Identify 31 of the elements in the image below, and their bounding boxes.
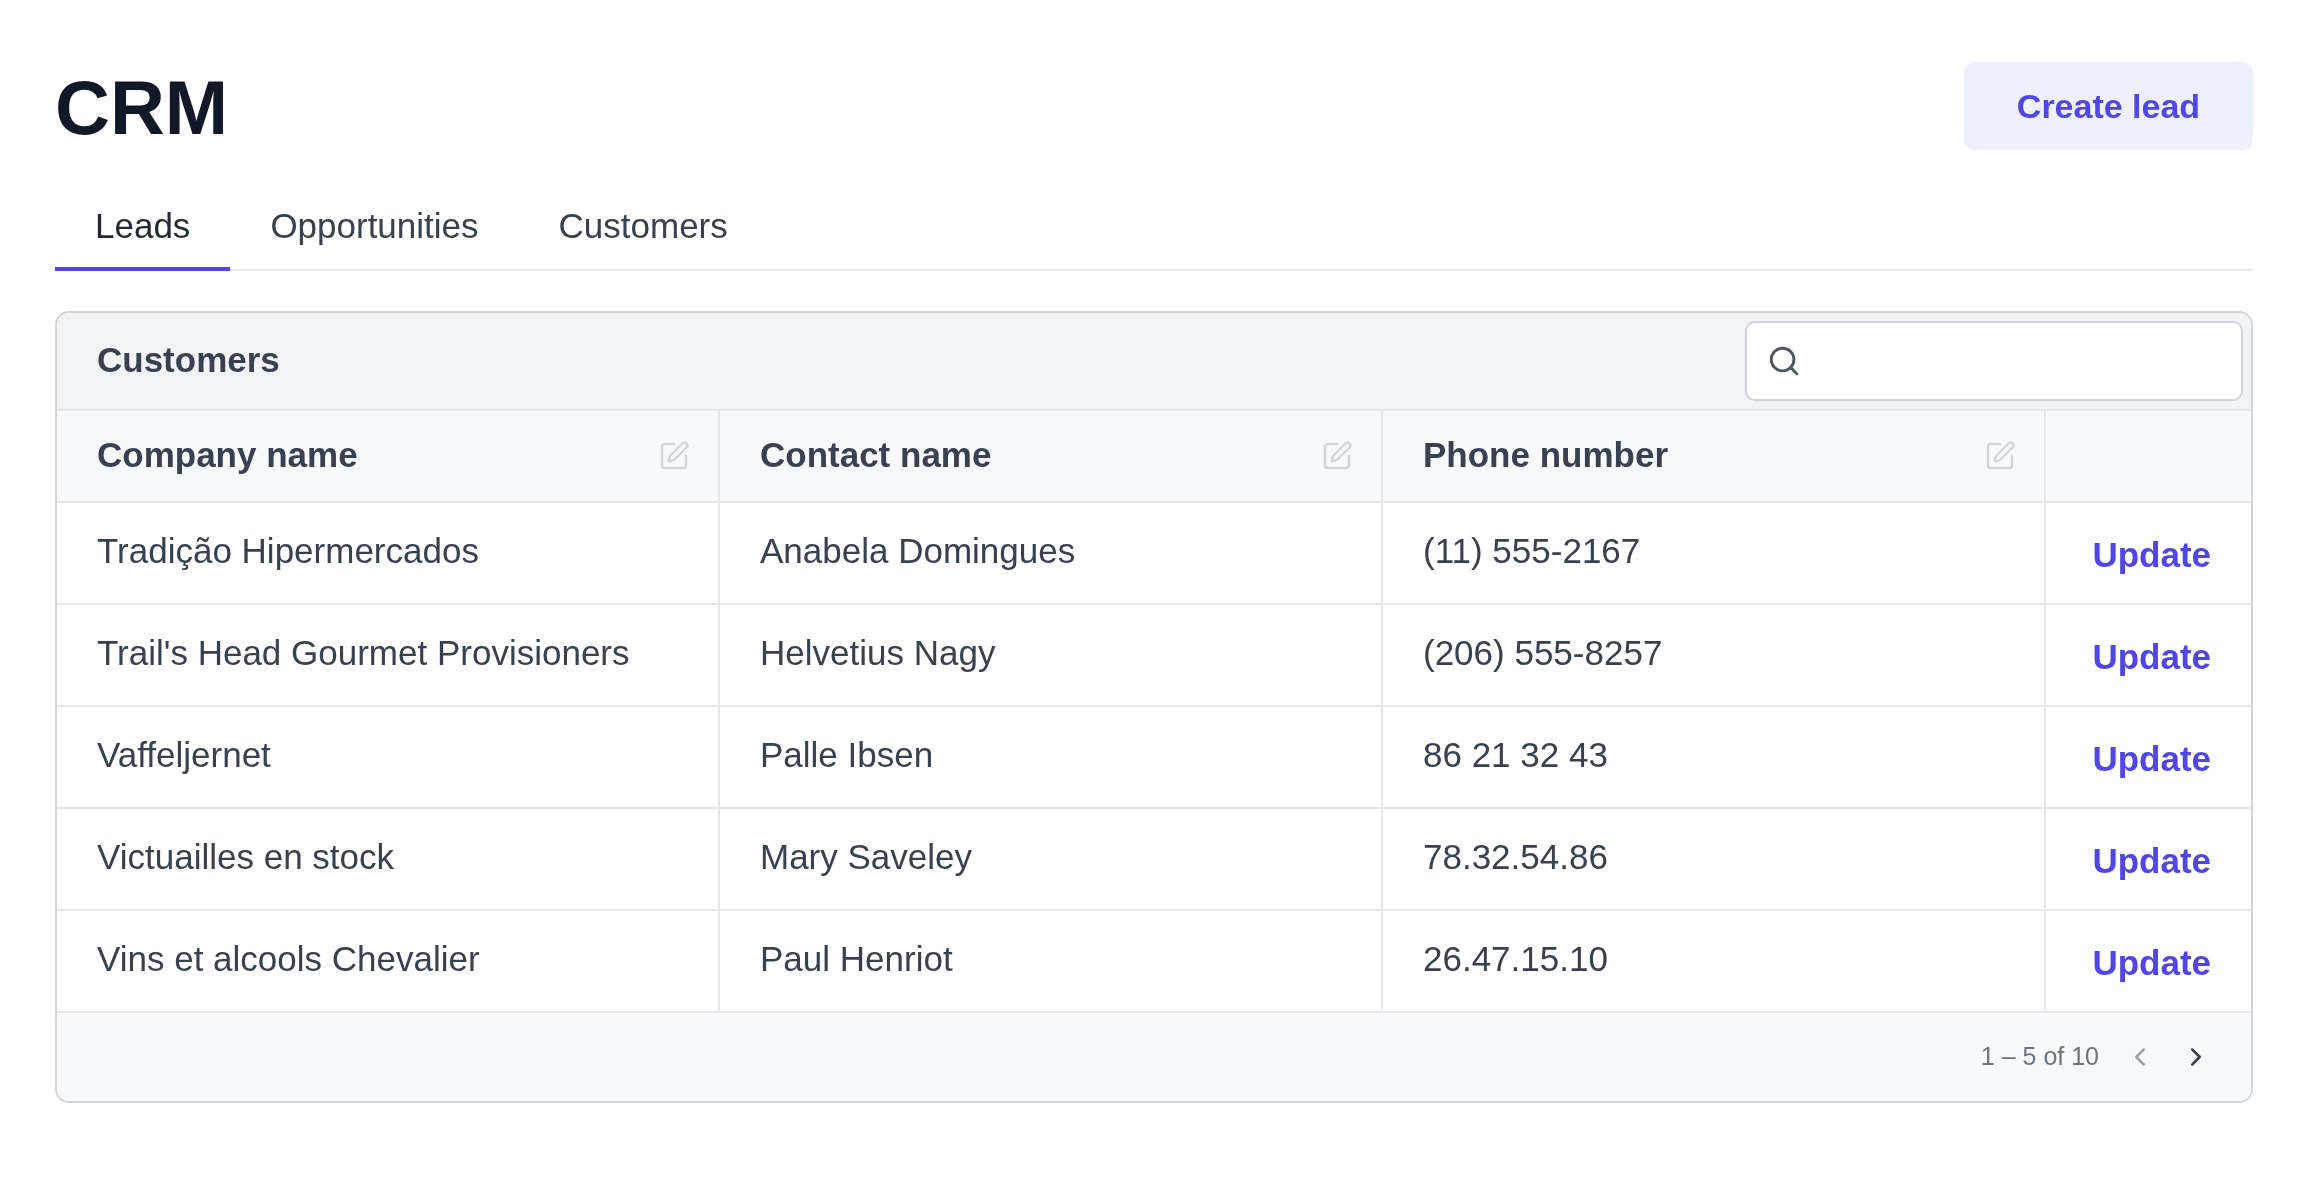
update-link[interactable]: Update bbox=[2092, 937, 2211, 990]
table-cell: Mary Saveley bbox=[720, 808, 1383, 911]
table-cell: Anabela Domingues bbox=[720, 502, 1383, 605]
pagination-range: 1 – 5 of 10 bbox=[1980, 1040, 2099, 1072]
table-cell: Trail's Head Gourmet Provisioners bbox=[57, 604, 720, 707]
edit-icon[interactable] bbox=[1321, 439, 1353, 472]
table-cell: (11) 555-2167 bbox=[1383, 502, 2046, 605]
page-title: CRM bbox=[55, 70, 229, 146]
update-link[interactable]: Update bbox=[2092, 631, 2211, 684]
table-title: Customers bbox=[97, 339, 280, 382]
table-cell: Tradição Hipermercados bbox=[57, 502, 720, 605]
update-link[interactable]: Update bbox=[2092, 529, 2211, 582]
edit-icon[interactable] bbox=[1984, 439, 2016, 472]
table-cell: 86 21 32 43 bbox=[1383, 706, 2046, 809]
column-title: Company name bbox=[97, 434, 358, 477]
update-link[interactable]: Update bbox=[2092, 835, 2211, 888]
tab[interactable]: Leads bbox=[55, 200, 231, 271]
table-cell: Palle Ibsen bbox=[720, 706, 1383, 809]
table-cell: 78.32.54.86 bbox=[1383, 808, 2046, 911]
table-cell: Helvetius Nagy bbox=[720, 604, 1383, 707]
create-lead-button[interactable]: Create lead bbox=[1964, 62, 2253, 150]
column-title: Phone number bbox=[1423, 434, 1669, 477]
column-title: Contact name bbox=[760, 434, 992, 477]
search-field[interactable] bbox=[1745, 320, 2243, 401]
table-cell: Victuailles en stock bbox=[57, 808, 720, 911]
table-cell: Vaffeljernet bbox=[57, 706, 720, 809]
tab[interactable]: Customers bbox=[518, 200, 768, 271]
table-cell: (206) 555-8257 bbox=[1383, 604, 2046, 707]
edit-icon[interactable] bbox=[658, 439, 690, 472]
update-link[interactable]: Update bbox=[2092, 733, 2211, 786]
tab[interactable]: Opportunities bbox=[230, 200, 519, 271]
